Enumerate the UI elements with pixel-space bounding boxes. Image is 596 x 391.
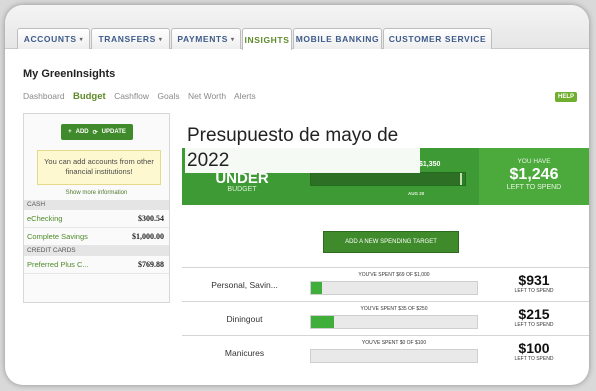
- add-label: ADD: [75, 129, 89, 135]
- cash-header: CASH: [24, 200, 169, 210]
- account-balance: $769.88: [138, 260, 164, 269]
- tab-label: CUSTOMER SERVICE: [388, 34, 487, 44]
- tab-insights[interactable]: INSIGHTS: [242, 28, 292, 50]
- tab-label: INSIGHTS: [244, 34, 290, 45]
- spent-text: YOU'VE SPENT $0 OF $100: [361, 340, 427, 346]
- account-name: Complete Savings: [27, 232, 88, 241]
- account-name: eChecking: [27, 214, 63, 223]
- subnav-dashboard[interactable]: Dashboard: [23, 91, 65, 101]
- left-label: LEFT TO SPEND: [514, 322, 554, 328]
- sub-navigation: Dashboard Budget Cashflow Goals Net Wort…: [23, 91, 262, 102]
- left-to-spend: $931 LEFT TO SPEND: [479, 272, 589, 295]
- show-more-link[interactable]: Show more information: [24, 190, 169, 196]
- subnav-goals[interactable]: Goals: [157, 91, 179, 101]
- spent-text: YOU'VE SPENT $35 OF $250: [360, 306, 428, 312]
- left-amount: $215: [518, 306, 550, 322]
- budget-category: Manicures: [224, 348, 265, 358]
- subnav-net-worth[interactable]: Net Worth: [188, 91, 226, 101]
- budget-total-amount: $1,350: [419, 161, 441, 168]
- budget-category: Diningout: [226, 314, 263, 324]
- account-row[interactable]: Complete Savings $1,000.00: [24, 228, 169, 246]
- subnav-cashflow[interactable]: Cashflow: [114, 91, 149, 101]
- app-frame: ACCOUNTS ▾ TRANSFERS ▾ PAYMENTS ▾ INSIGH…: [5, 5, 589, 385]
- overlay-caption: Presupuesto de mayo de 2022: [185, 123, 420, 173]
- you-have-label: YOU HAVE: [517, 158, 551, 165]
- tab-customer-service[interactable]: CUSTOMER SERVICE: [383, 28, 492, 49]
- chevron-down-icon: ▾: [158, 36, 163, 43]
- account-row[interactable]: Preferred Plus C... $769.88: [24, 256, 169, 274]
- subnav-alerts[interactable]: Alerts: [234, 91, 256, 101]
- chevron-down-icon: ▾: [231, 36, 235, 43]
- budget-date-marker: AUG 20: [408, 191, 425, 196]
- budget-progress-fill: [311, 173, 462, 185]
- add-accounts-note: You can add accounts from other financia…: [37, 150, 161, 185]
- budget-bar-fill: [311, 282, 323, 294]
- account-row[interactable]: eChecking $300.54: [24, 210, 169, 228]
- credit-cards-header: CREDIT CARDS: [24, 246, 169, 256]
- budget-row[interactable]: Manicures YOU'VE SPENT $0 OF $100 $100 L…: [182, 335, 589, 369]
- tab-label: ACCOUNTS: [23, 34, 77, 44]
- left-to-spend-label: LEFT TO SPEND: [506, 184, 562, 191]
- left-label: LEFT TO SPEND: [514, 356, 554, 362]
- budget-bar: [310, 349, 478, 363]
- page-title: My GreenInsights: [23, 68, 116, 80]
- account-name: Preferred Plus C...: [27, 260, 89, 269]
- left-to-spend-panel: YOU HAVE $1,246 LEFT TO SPEND: [479, 148, 589, 205]
- budget-progress-bar: [310, 172, 466, 186]
- budget-category: Personal, Savin...: [211, 280, 278, 290]
- plus-icon: +: [68, 129, 72, 135]
- budget-status-sub: BUDGET: [227, 186, 257, 193]
- budget-bar: [310, 281, 478, 295]
- left-amount: $100: [518, 340, 550, 356]
- tab-accounts[interactable]: ACCOUNTS ▾: [17, 28, 90, 49]
- add-spending-target-button[interactable]: ADD A NEW SPENDING TARGET: [323, 231, 459, 253]
- refresh-icon: ⟳: [92, 129, 98, 136]
- tab-mobile-banking[interactable]: MOBILE BANKING: [293, 28, 382, 49]
- help-button[interactable]: HELP: [555, 92, 577, 102]
- budget-bar: [310, 315, 478, 329]
- account-balance: $300.54: [138, 214, 164, 223]
- left-label: LEFT TO SPEND: [514, 288, 554, 294]
- left-to-spend: $100 LEFT TO SPEND: [479, 340, 589, 363]
- chevron-down-icon: ▾: [79, 36, 84, 43]
- tab-label: TRANSFERS: [98, 34, 156, 44]
- tab-transfers[interactable]: TRANSFERS ▾: [91, 28, 170, 49]
- update-label: UPDATE: [101, 129, 126, 135]
- top-tab-bar: ACCOUNTS ▾ TRANSFERS ▾ PAYMENTS ▾ INSIGH…: [5, 5, 589, 50]
- budget-bar-fill: [311, 316, 335, 328]
- tab-label: PAYMENTS: [177, 34, 228, 44]
- tab-label: MOBILE BANKING: [295, 34, 380, 44]
- spent-text: YOU'VE SPENT $69 OF $1,000: [358, 272, 430, 278]
- budget-row[interactable]: Diningout YOU'VE SPENT $35 OF $250 $215 …: [182, 301, 589, 335]
- accounts-sidebar: + ADD ⟳ UPDATE You can add accounts from o…: [23, 113, 170, 303]
- left-amount: $931: [518, 272, 550, 288]
- subnav-budget[interactable]: Budget: [73, 91, 106, 102]
- add-update-button[interactable]: + ADD ⟳ UPDATE: [61, 124, 133, 140]
- left-to-spend-amount: $1,246: [509, 166, 559, 183]
- left-to-spend: $215 LEFT TO SPEND: [479, 306, 589, 329]
- account-balance: $1,000.00: [132, 232, 164, 241]
- budget-row[interactable]: Personal, Savin... YOU'VE SPENT $69 OF $…: [182, 267, 589, 301]
- tab-payments[interactable]: PAYMENTS ▾: [171, 28, 241, 49]
